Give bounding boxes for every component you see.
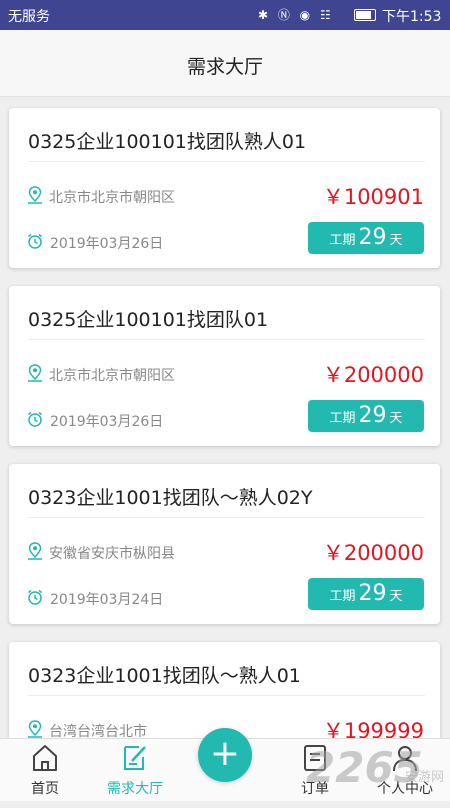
period-unit: 天	[389, 589, 403, 604]
period-label: 工期	[329, 589, 356, 604]
card-title: 0325企业100101找团队熟人01	[28, 131, 307, 153]
home-icon	[33, 745, 57, 771]
period-days: 29	[358, 403, 387, 428]
price: ￥100901	[322, 185, 424, 209]
period-badge: 工期 29 天	[308, 222, 424, 254]
nav-home-label: 首页	[31, 781, 59, 797]
clock-time: 下午1:53	[382, 9, 442, 25]
alarm-clock-icon	[28, 233, 42, 249]
nav-demand-hall-label: 需求大厅	[107, 781, 163, 797]
nav-demand-hall[interactable]: 需求大厅	[90, 739, 180, 801]
location-text: 北京市北京市朝阳区	[49, 368, 175, 384]
app-header: 需求大厅	[0, 30, 450, 97]
divider	[28, 339, 425, 340]
card-title: 0325企业100101找团队01	[28, 309, 269, 331]
demand-card[interactable]: 0323企业1001找团队～熟人02Y 安徽省安庆市枞阳县 ￥200000 20…	[9, 464, 440, 624]
period-unit: 天	[389, 411, 403, 426]
demand-card[interactable]: 0325企业100101找团队01 北京市北京市朝阳区 ￥200000 2019…	[9, 286, 440, 446]
price: ￥200000	[322, 363, 424, 387]
edit-icon	[124, 746, 146, 770]
date-text: 2019年03月26日	[50, 236, 164, 252]
date-text: 2019年03月24日	[50, 592, 164, 608]
add-button[interactable]: +	[198, 728, 252, 782]
period-label: 工期	[329, 233, 356, 248]
alarm-clock-icon	[28, 411, 42, 427]
nav-orders[interactable]: 订单	[270, 739, 360, 801]
nav-orders-label: 订单	[301, 781, 329, 797]
period-unit: 天	[389, 233, 403, 248]
location-icon	[28, 364, 42, 382]
location-text: 台湾台湾台北市	[49, 724, 147, 738]
price: ￥199999	[322, 719, 424, 738]
location-icon	[28, 542, 42, 560]
location-text: 安徽省安庆市枞阳县	[49, 546, 175, 562]
location-icon	[28, 720, 42, 738]
alarm-clock-icon	[28, 589, 42, 605]
page-title: 需求大厅	[186, 56, 263, 78]
demand-card[interactable]: 0323企业1001找团队～熟人01 台湾台湾台北市 ￥199999	[9, 642, 440, 738]
period-badge: 工期 29 天	[308, 578, 424, 610]
order-icon	[304, 745, 326, 771]
location-text: 北京市北京市朝阳区	[49, 190, 175, 206]
price: ￥200000	[322, 541, 424, 565]
nav-profile[interactable]: 个人中心	[360, 739, 450, 801]
divider	[28, 695, 425, 696]
status-bar: 无服务 ✱ Ⓝ ◉ ☷ 下午1:53	[0, 0, 450, 30]
location-icon	[28, 186, 42, 204]
demand-card[interactable]: 0325企业100101找团队熟人01 北京市北京市朝阳区 ￥100901 20…	[9, 108, 440, 268]
date-text: 2019年03月26日	[50, 414, 164, 430]
battery-icon	[354, 9, 376, 21]
period-days: 29	[358, 225, 387, 250]
divider	[28, 517, 425, 518]
card-title: 0323企业1001找团队～熟人02Y	[28, 487, 313, 509]
status-icons: ✱ Ⓝ ◉ ☷	[258, 8, 334, 22]
person-icon	[393, 746, 417, 772]
card-title: 0323企业1001找团队～熟人01	[28, 665, 301, 687]
nav-home[interactable]: 首页	[0, 739, 90, 801]
divider	[28, 161, 425, 162]
nav-profile-label: 个人中心	[377, 781, 433, 797]
period-label: 工期	[329, 411, 356, 426]
period-days: 29	[358, 581, 387, 606]
carrier-text: 无服务	[8, 9, 50, 25]
period-badge: 工期 29 天	[308, 400, 424, 432]
demand-list[interactable]: 0325企业100101找团队熟人01 北京市北京市朝阳区 ￥100901 20…	[0, 96, 450, 738]
